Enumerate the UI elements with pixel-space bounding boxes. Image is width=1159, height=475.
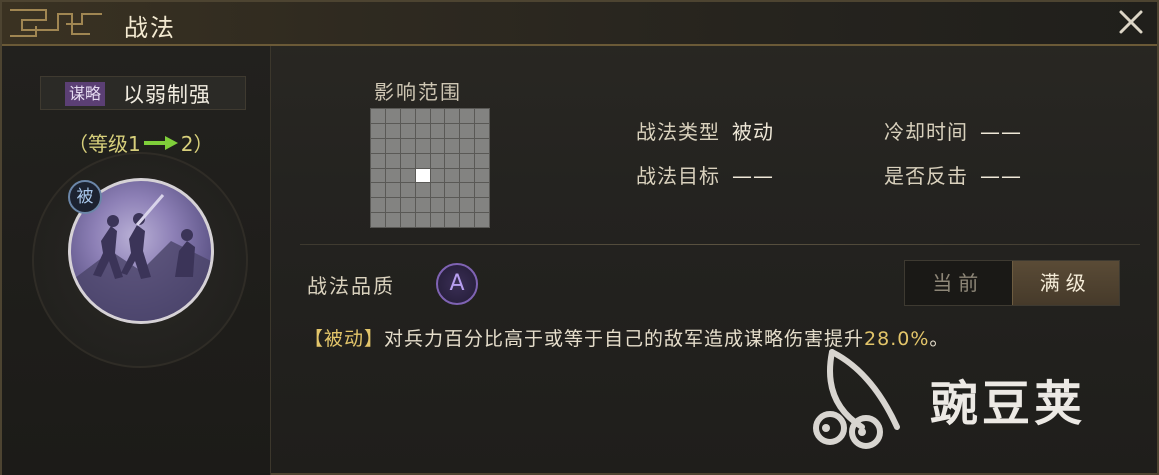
range-cell xyxy=(385,198,400,213)
range-cell xyxy=(385,138,400,153)
close-button[interactable] xyxy=(1115,7,1147,39)
range-cell xyxy=(460,109,475,123)
range-cell xyxy=(460,168,475,183)
page-title: 战法 xyxy=(124,14,176,42)
skill-type-value: 被动 xyxy=(732,120,774,144)
range-cell xyxy=(445,123,460,138)
range-cell xyxy=(400,123,415,138)
range-cell xyxy=(415,198,430,213)
range-cell xyxy=(385,109,400,123)
range-cell xyxy=(371,123,385,138)
range-cell xyxy=(400,109,415,123)
range-cell xyxy=(400,198,415,213)
skill-type-label: 战法类型 xyxy=(636,120,720,144)
range-cell xyxy=(371,213,385,227)
close-icon xyxy=(1119,10,1143,34)
range-cell xyxy=(430,123,445,138)
range-cell xyxy=(460,183,475,198)
description-tag: 【被动】 xyxy=(304,328,385,350)
title-bar: 战法 xyxy=(2,2,1157,46)
range-cell xyxy=(430,153,445,168)
arrow-right-icon xyxy=(143,135,178,150)
range-cell xyxy=(371,109,385,123)
skill-target-label: 战法目标 xyxy=(636,164,720,188)
description-text: 对兵力百分比高于或等于自己的敌军造成谋略伤害提升 xyxy=(384,328,865,350)
range-cell xyxy=(371,153,385,168)
range-cell xyxy=(430,109,445,123)
range-cell xyxy=(430,213,445,227)
range-cell xyxy=(475,213,489,227)
range-cell xyxy=(445,153,460,168)
skill-type-tag: 谋略 xyxy=(65,82,106,106)
skill-target-row: 战法目标 —— xyxy=(636,160,774,189)
range-cell xyxy=(475,123,489,138)
skill-name-box: 谋略 以弱制强 xyxy=(40,76,246,110)
range-cell xyxy=(385,168,400,183)
range-cell xyxy=(415,138,430,153)
range-cell xyxy=(430,168,445,183)
range-cell xyxy=(430,198,445,213)
range-cell xyxy=(475,198,489,213)
range-cell-active xyxy=(415,168,430,183)
range-cell xyxy=(371,183,385,198)
quality-label: 战法品质 xyxy=(307,274,395,298)
range-cell xyxy=(430,183,445,198)
range-cell xyxy=(430,138,445,153)
section-divider xyxy=(300,244,1140,245)
range-cell xyxy=(445,183,460,198)
range-cell xyxy=(445,168,460,183)
level-toggle: 当前 满级 xyxy=(904,260,1120,306)
cooldown-row: 冷却时间 —— xyxy=(884,116,1022,145)
range-cell xyxy=(475,138,489,153)
range-cell xyxy=(475,183,489,198)
skill-name: 以弱制强 xyxy=(123,83,211,107)
range-cell xyxy=(445,109,460,123)
skill-target-value: —— xyxy=(732,164,774,188)
range-cell xyxy=(400,153,415,168)
tab-max-level[interactable]: 满级 xyxy=(1011,261,1119,305)
watermark-text: 豌豆荚 xyxy=(930,376,1087,432)
range-cell xyxy=(460,198,475,213)
range-cell xyxy=(460,153,475,168)
range-cell xyxy=(371,198,385,213)
passive-badge: 被 xyxy=(68,180,102,214)
range-grid xyxy=(370,108,490,228)
cooldown-value: —— xyxy=(980,120,1022,144)
range-cell xyxy=(415,183,430,198)
skill-detail-panel: 战法 谋略 以弱制强 （等级1 2） 被 影响范围 战法类型 被动 冷却时间 —… xyxy=(0,0,1159,475)
range-cell xyxy=(400,183,415,198)
range-cell xyxy=(385,153,400,168)
range-cell xyxy=(415,123,430,138)
range-cell xyxy=(385,123,400,138)
counter-row: 是否反击 —— xyxy=(884,160,1022,189)
counter-label: 是否反击 xyxy=(884,164,968,188)
tab-current[interactable]: 当前 xyxy=(905,261,1012,305)
range-cell xyxy=(445,138,460,153)
title-ornament-icon xyxy=(10,9,102,37)
skill-type-row: 战法类型 被动 xyxy=(636,116,774,145)
range-cell xyxy=(415,109,430,123)
range-cell xyxy=(385,183,400,198)
range-title: 影响范围 xyxy=(374,80,462,104)
range-cell xyxy=(475,153,489,168)
range-cell xyxy=(475,109,489,123)
range-cell xyxy=(460,123,475,138)
range-cell xyxy=(415,153,430,168)
range-cell xyxy=(475,168,489,183)
quality-badge: A xyxy=(436,263,478,305)
level-to: 2） xyxy=(180,132,214,156)
cooldown-label: 冷却时间 xyxy=(884,120,968,144)
range-cell xyxy=(400,168,415,183)
range-cell xyxy=(445,198,460,213)
counter-value: —— xyxy=(980,164,1022,188)
range-cell xyxy=(400,138,415,153)
range-cell xyxy=(400,213,415,227)
range-cell xyxy=(460,138,475,153)
range-cell xyxy=(385,213,400,227)
range-cell xyxy=(445,213,460,227)
range-cell xyxy=(371,138,385,153)
range-cell xyxy=(371,168,385,183)
range-cell xyxy=(460,213,475,227)
range-cell xyxy=(415,213,430,227)
